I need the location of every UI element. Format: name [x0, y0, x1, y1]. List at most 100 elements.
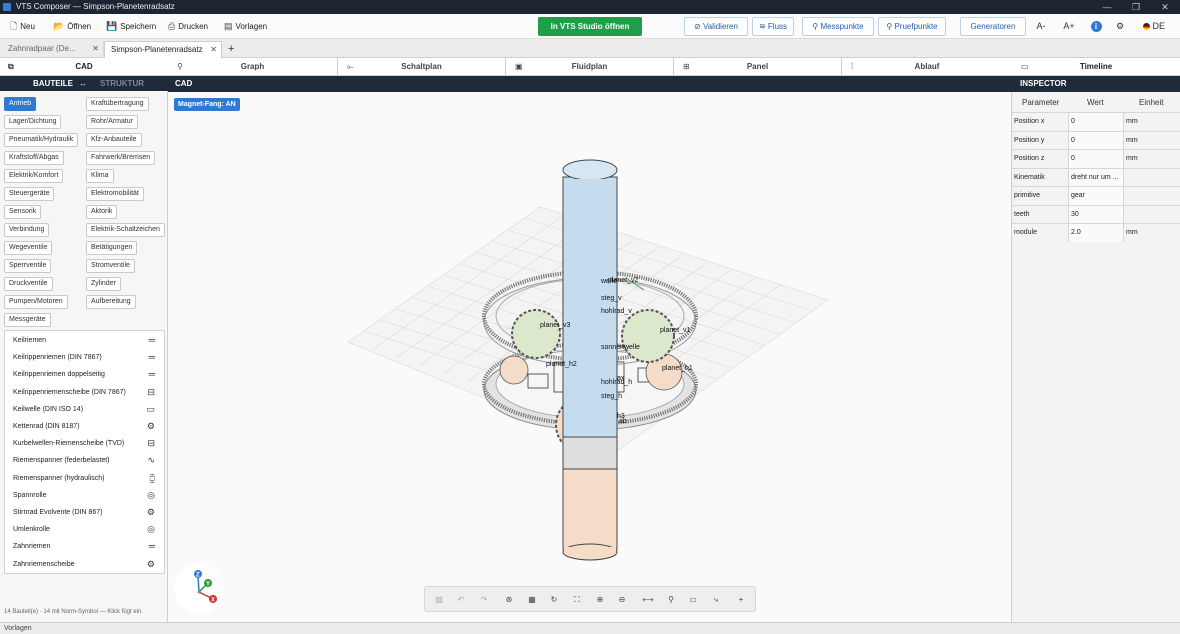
print-button[interactable]: ⎙ Drucken [168, 19, 208, 34]
settings-gear-icon[interactable]: ⚙ [1113, 17, 1127, 36]
label-steg-h[interactable]: steg_h [601, 393, 622, 400]
measure-icon[interactable]: ⟷ [640, 592, 656, 608]
category-chip[interactable]: Elektrik-Schaltzeichen [86, 223, 165, 237]
label-welle[interactable]: welle [600, 278, 617, 285]
part-list-item[interactable]: Keilrippenriemen (DIN 7867) ═ [5, 349, 164, 366]
add-tab-icon[interactable]: + [228, 41, 234, 57]
category-chip[interactable]: Sensorik [4, 205, 42, 219]
category-chip[interactable]: Aktorik [86, 205, 118, 219]
font-smaller-button[interactable]: A- [1032, 17, 1050, 36]
part-list-item[interactable]: Stirnrad Evolvente (DIN 867) ⚙ [5, 504, 164, 521]
swap-icon[interactable]: ↔ [79, 76, 87, 91]
magnet-snap-badge[interactable]: Magnet-Fang: AN [174, 98, 240, 111]
image-icon[interactable]: ▨ [431, 592, 447, 608]
part-list-item[interactable]: Keilrippenriemen doppelseitig ═ [5, 366, 164, 383]
part-list-item[interactable]: Umlenkrolle ◎ [5, 521, 164, 538]
category-chip[interactable]: Kraftstoff/Abgas [4, 151, 64, 165]
label-sonnenwelle[interactable]: sonnenwelle [601, 344, 640, 351]
label-planet-h1[interactable]: planet_h1 [662, 365, 693, 372]
zoom-out-icon[interactable]: ⊖ [614, 592, 630, 608]
part-list-item[interactable]: Spannrolle ◎ [5, 487, 164, 504]
category-chip[interactable]: Betätigungen [86, 241, 138, 255]
inspector-value[interactable]: 0 [1068, 131, 1124, 150]
new-button[interactable]: 🗋 Neu [10, 19, 35, 34]
generators-button[interactable]: Generatoren [960, 17, 1026, 36]
label-steg-v[interactable]: steg_v [601, 295, 622, 302]
inspector-value[interactable]: 30 [1068, 205, 1124, 224]
category-chip[interactable]: Fahrwerk/Bremsen [86, 151, 156, 165]
label-hohlrad-v[interactable]: hohlrad_v [601, 308, 632, 315]
category-chip[interactable]: Kfz-Anbauteile [86, 133, 142, 147]
part-list-item[interactable]: Riemenspanner (federbelastet) ∿ [5, 452, 164, 469]
part-list-item[interactable]: Riemenspanner (hydraulisch) ⧮ [5, 470, 164, 487]
snap-icon[interactable]: ⊛ [501, 592, 517, 608]
part-list-item[interactable]: Keilrippenriemenscheibe (DIN 7867) ⊟ [5, 384, 164, 401]
category-chip[interactable]: Elektromobilität [86, 187, 144, 201]
label-planet-h2[interactable]: planet_h2 [546, 361, 577, 368]
inspector-value[interactable]: 2.0 [1068, 224, 1124, 242]
close-window-icon[interactable]: ✕ [1150, 0, 1180, 14]
category-chip[interactable]: Lager/Dichtung [4, 115, 62, 129]
cad-scene[interactable]: planet_v2 welle steg_v hohlrad_v planet_… [168, 92, 1012, 622]
label-ab[interactable]: ab [619, 418, 627, 425]
part-list-item[interactable]: Zahnriemen ═ [5, 538, 164, 555]
font-larger-button[interactable]: A+ [1060, 17, 1078, 36]
category-chip[interactable]: Sperrventile [4, 259, 52, 273]
category-chip[interactable]: Messgeräte [4, 313, 51, 327]
undo-icon[interactable]: ↶ [453, 592, 469, 608]
part-list-item[interactable]: Kurbelwellen-Riemenscheibe (TVD) ⊟ [5, 435, 164, 452]
validate-button[interactable]: ⊘ Validieren [684, 17, 748, 36]
save-button[interactable]: 💾 Speichern [106, 19, 156, 34]
category-chip[interactable]: Zylinder [86, 277, 121, 291]
close-tab-icon[interactable]: ✕ [210, 42, 217, 58]
category-chip[interactable]: Antrieb [4, 97, 37, 111]
tab-graph[interactable]: ⚲ Graph [168, 58, 338, 76]
category-chip[interactable]: Kraftübertragung [86, 97, 149, 111]
category-chip[interactable]: Verbindung [4, 223, 50, 237]
part-list-item[interactable]: Kettenrad (DIN 8187) ⚙ [5, 418, 164, 435]
inspector-value[interactable]: 0 [1068, 113, 1124, 131]
redo-icon[interactable]: ↷ [476, 592, 492, 608]
connector-icon[interactable]: ⤷ [708, 592, 724, 608]
add-icon[interactable]: + [733, 592, 749, 608]
zoom-in-icon[interactable]: ⊕ [592, 592, 608, 608]
reset-view-icon[interactable]: ↻ [546, 592, 562, 608]
grid-icon[interactable]: ▦ [524, 592, 540, 608]
category-chip[interactable]: Stromventile [86, 259, 135, 273]
info-icon[interactable]: i [1089, 17, 1103, 36]
inspector-value[interactable]: dreht nur um ... [1068, 168, 1124, 187]
tab-struktur[interactable]: STRUKTUR [100, 76, 144, 91]
inspector-value[interactable]: gear [1068, 187, 1124, 205]
category-chip[interactable]: Pumpen/Motoren [4, 295, 68, 309]
category-chip[interactable]: Druckventile [4, 277, 53, 291]
ruler-icon[interactable]: ▭ [685, 592, 701, 608]
category-chip[interactable]: Rohr/Armatur [86, 115, 139, 129]
tab-schaltplan[interactable]: ⟜ Schaltplan [338, 58, 506, 76]
tab-bauteile[interactable]: BAUTEILE [33, 76, 73, 91]
test-points-button[interactable]: ⚲ Pruefpunkte [878, 17, 946, 36]
inspector-value[interactable]: 0 [1068, 150, 1124, 168]
label-ax[interactable]: ax [617, 375, 625, 382]
fit-view-icon[interactable]: ⛶ [569, 592, 585, 608]
tab-zahnradpaar[interactable]: Zahnradpaar (De... ✕ [2, 41, 104, 58]
part-list-item[interactable]: Keilwelle (DIN ISO 14) ▭ [5, 401, 164, 418]
category-chip[interactable]: Klima [86, 169, 114, 183]
category-chip[interactable]: Pneumatik/Hydraulik [4, 133, 79, 147]
flow-button[interactable]: ≋ Fluss [752, 17, 794, 36]
axis-gizmo[interactable]: Z Y X [174, 564, 224, 614]
tab-panel[interactable]: ⊞ Panel [674, 58, 842, 76]
part-list-item[interactable]: Keilriemen ═ [5, 332, 164, 349]
maximize-icon[interactable]: ❐ [1121, 0, 1151, 14]
language-button[interactable]: DE [1140, 17, 1168, 36]
measure-points-button[interactable]: ⚲ Messpunkte [802, 17, 874, 36]
pin-icon[interactable]: ⚲ [663, 592, 679, 608]
category-chip[interactable]: Aufbereitung [86, 295, 136, 309]
close-tab-icon[interactable]: ✕ [92, 41, 99, 57]
label-planet-v1[interactable]: planet_v1 [660, 327, 690, 334]
open-in-studio-button[interactable]: In VTS Studio öffnen [538, 17, 642, 36]
category-chip[interactable]: Steuergeräte [4, 187, 55, 201]
label-planet-v3[interactable]: planet_v3 [540, 322, 570, 329]
part-list-item[interactable]: Zahnriemenscheibe ⚙ [5, 556, 164, 573]
cad-viewport[interactable]: planet_v2 welle steg_v hohlrad_v planet_… [168, 92, 1012, 622]
category-chip[interactable]: Wegeventile [4, 241, 53, 255]
